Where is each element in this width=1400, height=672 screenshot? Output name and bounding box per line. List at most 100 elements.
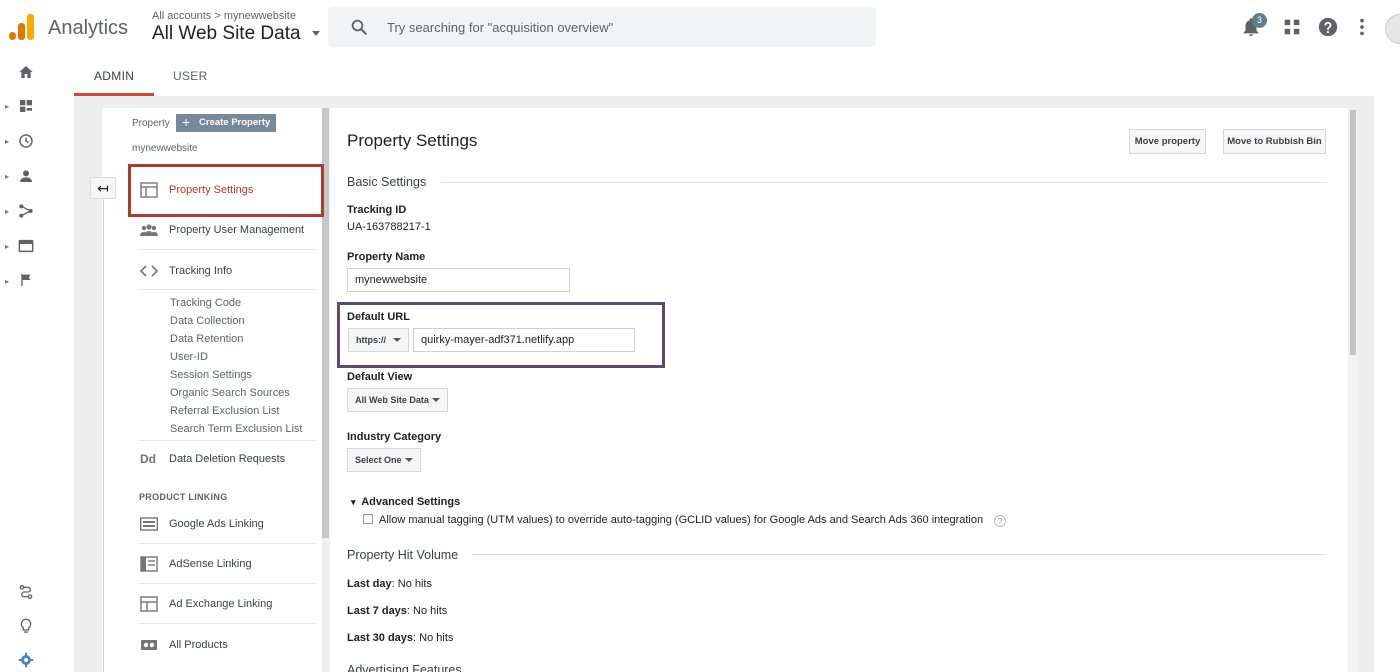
nav-label: Data Deletion Requests — [169, 453, 286, 465]
search-icon — [351, 19, 367, 35]
people-icon — [140, 224, 158, 236]
separator — [138, 623, 316, 624]
data-deletion-icon: Dd — [140, 452, 156, 466]
conversions-flag-icon[interactable] — [18, 272, 34, 288]
hits-value: : No hits — [413, 632, 454, 644]
attribution-icon[interactable] — [18, 584, 34, 600]
property-selector[interactable]: mynewwebsite — [132, 143, 198, 154]
column-divider — [103, 199, 104, 672]
hits-value: : No hits — [391, 578, 432, 590]
help-tooltip-icon[interactable]: ? — [994, 515, 1006, 527]
property-label: Property — [132, 118, 170, 129]
view-selector[interactable]: All Web Site Data — [152, 23, 320, 45]
sub-user-id[interactable]: User-ID — [170, 351, 208, 363]
separator — [138, 249, 316, 250]
property-settings-panel — [330, 108, 1348, 672]
tab-user[interactable]: USER — [173, 69, 208, 83]
view-name: All Web Site Data — [152, 23, 301, 44]
caret-right-icon: ▸ — [5, 207, 10, 216]
caret-right-icon: ▸ — [5, 242, 10, 251]
separator — [138, 543, 316, 544]
analytics-logo-icon[interactable] — [9, 14, 35, 40]
more-vert-icon[interactable] — [1351, 16, 1373, 38]
hits-label: Last 30 days — [347, 632, 414, 644]
sub-data-retention[interactable]: Data Retention — [170, 333, 243, 345]
property-name-label: Property Name — [347, 251, 426, 263]
hits-label: Last 7 days — [347, 605, 407, 617]
caret-right-icon: ▸ — [5, 102, 10, 111]
property-name-input[interactable]: mynewwebsite — [347, 268, 570, 292]
default-view-value: All Web Site Data — [355, 395, 429, 405]
nav-label: AdSense Linking — [169, 558, 252, 570]
hits-last-day: Last day: No hits — [347, 578, 432, 590]
move-to-rubbish-bin-button[interactable]: Move to Rubbish Bin — [1223, 129, 1326, 154]
hits-value: : No hits — [406, 605, 448, 617]
apps-grid-icon[interactable] — [1281, 16, 1303, 38]
adexchange-icon — [140, 596, 158, 612]
expand-caret-icon: ▾ — [351, 497, 356, 507]
main-scrollbar[interactable] — [1350, 110, 1356, 355]
move-property-button[interactable]: Move property — [1129, 129, 1206, 154]
realtime-clock-icon[interactable] — [18, 133, 34, 149]
account-breadcrumb[interactable]: All accounts > mynewwebsite — [152, 10, 296, 22]
account-avatar[interactable] — [1385, 14, 1400, 44]
customization-icon[interactable] — [18, 98, 34, 114]
product-linking-heading: PRODUCT LINKING — [139, 492, 228, 502]
discover-lightbulb-icon[interactable] — [18, 618, 34, 634]
admin-user-tabs: ADMIN USER — [74, 56, 1374, 96]
chevron-down-icon — [405, 458, 413, 462]
industry-category-label: Industry Category — [347, 431, 442, 443]
industry-category-select[interactable]: Select One — [347, 448, 421, 472]
separator — [138, 289, 316, 290]
top-bar: Analytics All accounts > mynewwebsite Al… — [0, 0, 1400, 56]
caret-right-icon: ▸ — [5, 137, 10, 146]
sub-data-collection[interactable]: Data Collection — [170, 315, 245, 327]
help-icon[interactable] — [1317, 16, 1339, 38]
notification-count-badge: 3 — [1252, 13, 1267, 28]
back-arrow-button[interactable]: ↤ — [90, 177, 116, 199]
nav-label: All Products — [169, 639, 228, 651]
advertising-features-heading: Advertising Features — [347, 663, 462, 672]
create-property-button[interactable]: + Create Property — [176, 114, 276, 132]
property-settings-highlight — [128, 164, 324, 217]
nav-label: Ad Exchange Linking — [169, 598, 273, 610]
hits-label: Last day — [347, 578, 392, 590]
page-title: Property Settings — [347, 131, 478, 150]
manual-tagging-label: Allow manual tagging (UTM values) to ove… — [379, 514, 984, 526]
default-view-select[interactable]: All Web Site Data — [347, 388, 448, 412]
ads-icon — [140, 517, 158, 531]
acquisition-icon[interactable] — [18, 203, 34, 219]
sub-referral-exclusion-list[interactable]: Referral Exclusion List — [170, 405, 279, 417]
nav-label: Tracking Info — [169, 265, 233, 277]
search-box[interactable]: Try searching for "acquisition overview" — [328, 7, 876, 47]
caret-right-icon: ▸ — [5, 172, 10, 181]
audience-person-icon[interactable] — [18, 168, 34, 184]
tab-admin[interactable]: ADMIN — [94, 69, 134, 83]
create-property-label: Create Property — [199, 117, 271, 128]
manual-tagging-checkbox[interactable] — [363, 514, 373, 524]
nav-label: Property User Management — [169, 224, 305, 236]
search-placeholder: Try searching for "acquisition overview" — [387, 20, 614, 35]
view-dropdown-caret-icon — [311, 31, 320, 37]
plus-icon: + — [182, 114, 191, 130]
products-icon — [141, 640, 157, 650]
sub-session-settings[interactable]: Session Settings — [170, 369, 252, 381]
sub-search-term-exclusion-list[interactable]: Search Term Exclusion List — [170, 423, 302, 435]
behavior-icon[interactable] — [18, 238, 34, 254]
default-view-label: Default View — [347, 371, 413, 383]
back-arrow-icon: ↤ — [97, 180, 109, 196]
adsense-icon — [140, 556, 158, 572]
divider — [472, 554, 1326, 555]
separator — [138, 440, 316, 441]
sub-organic-search-sources[interactable]: Organic Search Sources — [170, 387, 290, 399]
sub-tracking-code[interactable]: Tracking Code — [170, 297, 241, 309]
default-url-highlight — [337, 302, 665, 368]
tracking-id-label: Tracking ID — [347, 204, 407, 216]
admin-gear-icon[interactable] — [18, 652, 34, 668]
advanced-settings-toggle[interactable]: ▾ Advanced Settings — [351, 496, 460, 508]
home-icon[interactable] — [18, 64, 34, 80]
left-rail: ▸ ▸ ▸ ▸ ▸ ▸ — [0, 56, 50, 672]
nav-label: Google Ads Linking — [169, 518, 264, 530]
caret-right-icon: ▸ — [5, 277, 10, 286]
separator — [138, 583, 316, 584]
